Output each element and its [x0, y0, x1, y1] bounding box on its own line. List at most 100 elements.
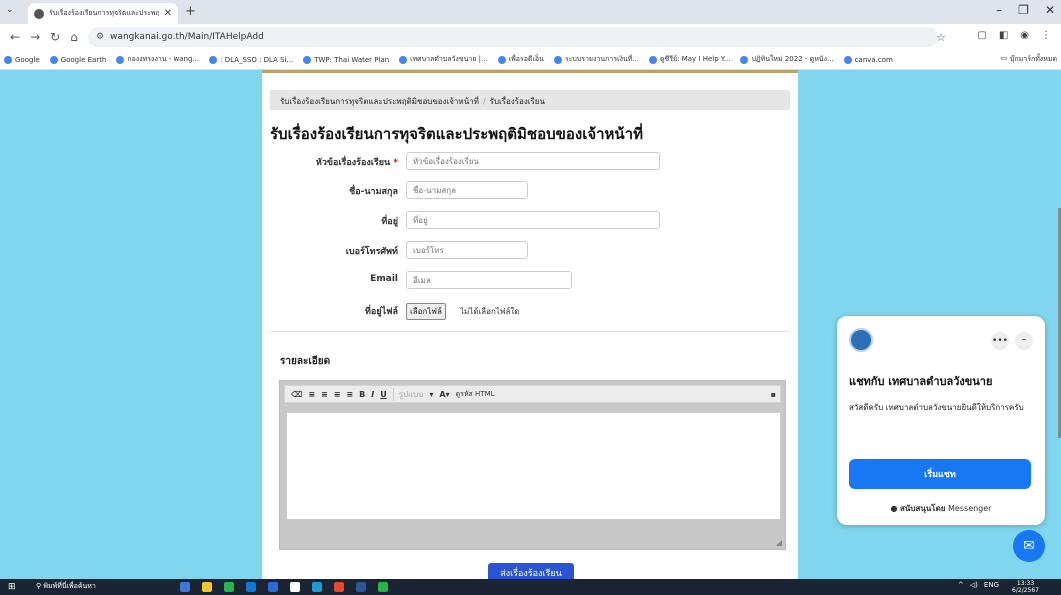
breadcrumb-current: รับเรื่องร้องเรียน — [489, 97, 545, 106]
address-label: ที่อยู่ — [381, 217, 398, 227]
email-input[interactable] — [406, 271, 572, 289]
close-tab-icon[interactable]: ✕ — [164, 8, 172, 19]
bold-icon[interactable]: B — [359, 390, 365, 399]
restore-icon[interactable]: ❐ — [1018, 3, 1029, 17]
bookmark-item[interactable]: ปฏิทินใหม่ 2022 - ดูหนัง... — [740, 54, 834, 65]
bookmark-item[interactable]: Google Earth — [49, 55, 107, 64]
taskbar-search[interactable]: ⚲ พิมพ์ที่นี่เพื่อค้นหา — [36, 581, 96, 592]
bookmark-label: ดูซีรีย์: May I Help Y... — [659, 55, 731, 63]
breadcrumb: รับเรื่องร้องเรียนการทุจริตและประพฤติมิช… — [270, 90, 790, 110]
editor-menu-icon[interactable]: ▪ — [771, 390, 776, 399]
volume-icon[interactable]: ◁) — [970, 581, 978, 589]
bookmark-favicon-icon — [843, 55, 852, 64]
bookmark-item[interactable]: canva.com — [843, 55, 893, 64]
bookmark-label: : DLA_SSO : DLA Si... — [220, 55, 294, 64]
line-icon[interactable] — [224, 582, 234, 592]
bookmark-star-icon[interactable]: ☆ — [936, 31, 946, 44]
url-text[interactable]: wangkanai.go.th/Main/ITAHelpAdd — [110, 32, 264, 42]
tab-title: รับเรื่องร้องเรียนการทุจริตและประพฤติมิช… — [49, 9, 159, 17]
clock-time: 13:33 — [1016, 580, 1035, 587]
view-html-button[interactable]: ดูรหัส HTML — [456, 389, 495, 400]
bookmark-item[interactable]: เทศบาลตำบลวังขนาย |... — [399, 54, 488, 65]
eraser-icon[interactable]: ⌫ — [291, 390, 302, 399]
language-indicator[interactable]: ENG — [984, 581, 999, 589]
all-bookmarks[interactable]: ▭ บุ๊กมาร์กทั้งหมด — [1000, 54, 1057, 65]
file-explorer-icon[interactable] — [202, 582, 212, 592]
bookmark-favicon-icon — [116, 55, 125, 64]
bookmark-item[interactable]: : DLA_SSO : DLA Si... — [209, 55, 294, 64]
align-center-icon[interactable]: ≡ — [321, 390, 328, 399]
new-tab-icon[interactable]: + — [185, 4, 196, 19]
chrome-icon[interactable] — [334, 582, 344, 592]
bookmark-item[interactable]: ดูซีรีย์: May I Help Y... — [648, 54, 731, 65]
bookmark-favicon-icon — [497, 55, 506, 64]
name-label: ชื่อ-นามสกุล — [349, 187, 398, 197]
align-left-icon[interactable]: ≡ — [308, 390, 315, 399]
clock[interactable]: 13:33 6/2/2567 — [1012, 580, 1039, 594]
word-icon[interactable] — [356, 582, 366, 592]
choose-file-button[interactable]: เลือกไฟล์ — [406, 303, 446, 320]
resize-handle-icon[interactable]: ◢ — [776, 538, 782, 547]
powered-brand: Messenger — [948, 504, 992, 513]
editor-textarea[interactable] — [286, 412, 781, 520]
back-icon[interactable]: ← — [10, 30, 20, 44]
underline-icon[interactable]: U — [380, 390, 387, 399]
bookmark-item[interactable]: TWP: Thai Water Plan — [303, 55, 389, 64]
task-view-icon[interactable] — [180, 582, 190, 592]
windows-start-icon[interactable]: ⊞ — [8, 582, 18, 592]
file-icon[interactable] — [290, 582, 300, 592]
omnibox[interactable]: ⚙ wangkanai.go.th/Main/ITAHelpAdd ☆ — [88, 27, 946, 47]
format-select[interactable]: รูปแบบ — [392, 387, 423, 401]
menu-icon[interactable]: ⋮ — [1041, 30, 1051, 41]
chat-greeting: สวัสดีครับ เทศบาลตำบลวังขนายยินดีให้บริก… — [849, 403, 1024, 412]
bookmark-label: Google Earth — [60, 55, 107, 64]
content-panel: รับเรื่องร้องเรียนการทุจริตและประพฤติมิช… — [262, 70, 798, 579]
edge-icon[interactable] — [312, 582, 322, 592]
browser-tab[interactable]: รับเรื่องร้องเรียนการทุจริตและประพฤติมิช… — [28, 3, 178, 24]
tab-list-icon[interactable]: ⌄ — [6, 5, 14, 15]
store-icon[interactable] — [268, 582, 278, 592]
folder-icon: ▭ — [1000, 54, 1007, 62]
bookmark-item[interactable]: Google — [4, 55, 40, 64]
bookmark-item[interactable]: เพื่อรอดีเอ็น — [497, 54, 544, 65]
line-app-icon[interactable] — [378, 582, 388, 592]
minimize-icon[interactable]: – — [996, 3, 1002, 17]
messenger-bubble-icon[interactable]: ✉ — [1013, 530, 1045, 562]
subject-input[interactable] — [406, 152, 660, 170]
text-color-icon[interactable]: A▾ — [439, 390, 449, 399]
address-input[interactable] — [406, 211, 660, 229]
tray-chevron-icon[interactable]: ^ — [958, 581, 964, 589]
minimize-chat-icon[interactable]: – — [1015, 332, 1033, 350]
bookmark-item[interactable]: กองงทรงงาน - wang... — [116, 54, 199, 65]
start-chat-button[interactable]: เริ่มแชท — [849, 459, 1031, 489]
align-right-icon[interactable]: ≡ — [334, 390, 341, 399]
profile-icon[interactable]: ◉ — [1020, 30, 1029, 41]
phone-row: เบอร์โทรศัพท์ — [270, 241, 790, 259]
reload-icon[interactable]: ↻ — [50, 30, 60, 44]
name-input[interactable] — [406, 181, 528, 199]
close-window-icon[interactable]: ✕ — [1045, 3, 1055, 17]
phone-label: เบอร์โทรศัพท์ — [345, 247, 398, 257]
extensions-icon[interactable]: ▢ — [977, 30, 986, 41]
all-bookmarks-label: บุ๊กมาร์กทั้งหมด — [1009, 55, 1057, 63]
submit-button[interactable]: ส่งเรื่องร้องเรียน — [488, 563, 574, 579]
format-dropdown-icon[interactable]: ▾ — [429, 390, 433, 399]
home-icon[interactable]: ⌂ — [70, 30, 78, 44]
italic-icon[interactable]: I — [371, 390, 374, 399]
phone-input[interactable] — [406, 241, 528, 259]
page-logo-icon — [849, 328, 873, 352]
subject-label: หัวข้อเรื่องร้องเรียน * — [315, 158, 398, 168]
powered-by: ● สนับสนุนโดย Messenger — [837, 502, 1045, 515]
taskbar-apps — [180, 582, 388, 592]
breadcrumb-parent[interactable]: รับเรื่องร้องเรียนการทุจริตและประพฤติมิช… — [280, 97, 479, 106]
sidepanel-icon[interactable]: ◧ — [999, 30, 1008, 41]
bookmark-item[interactable]: ระบบรายงานการเงินที่... — [553, 54, 639, 65]
justify-icon[interactable]: ≡ — [346, 390, 353, 399]
bookmark-label: เทศบาลตำบลวังขนาย |... — [410, 55, 488, 63]
mail-icon[interactable] — [246, 582, 256, 592]
more-options-icon[interactable]: ••• — [991, 332, 1009, 350]
address-bar-row: ← → ↻ ⌂ ⚙ wangkanai.go.th/Main/ITAHelpAd… — [0, 24, 1061, 50]
bookmark-favicon-icon — [49, 55, 58, 64]
site-info-icon[interactable]: ⚙ — [96, 32, 104, 42]
forward-icon[interactable]: → — [30, 30, 40, 44]
